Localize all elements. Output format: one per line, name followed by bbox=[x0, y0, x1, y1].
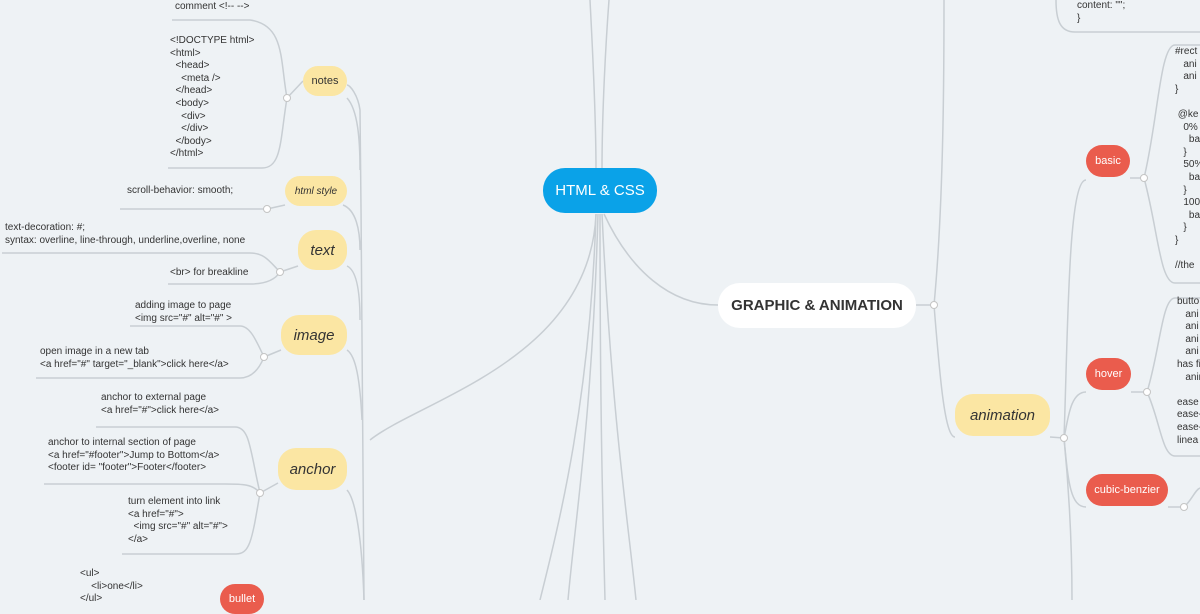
mindmap-canvas: HTML & CSS GRAPHIC & ANIMATION notes htm… bbox=[0, 0, 1200, 614]
connector-left-text bbox=[346, 265, 361, 321]
node-dot-notes[interactable] bbox=[283, 94, 291, 102]
note-breakline: <br> for breakline bbox=[170, 267, 249, 278]
node-dot-animation[interactable] bbox=[1060, 434, 1068, 442]
connector-anim-cubic bbox=[1063, 437, 1087, 508]
node-dot-cubic[interactable] bbox=[1180, 503, 1188, 511]
note-scroll-behavior: scroll-behavior: smooth; bbox=[127, 185, 234, 196]
node-dot-text[interactable] bbox=[276, 268, 284, 276]
graphic-animation-node[interactable]: GRAPHIC & ANIMATION bbox=[718, 283, 916, 328]
note-hover-button: butto ani ani ani ani has fi anim ease e… bbox=[1177, 296, 1200, 446]
node-dot-html-style[interactable] bbox=[263, 205, 271, 213]
connector-left-trunk bbox=[346, 84, 365, 600]
note-adding-image: adding image to page <img src="#" alt="#… bbox=[135, 300, 233, 324]
connector-main-up bbox=[933, 0, 945, 306]
note-comment: comment <!-- --> bbox=[175, 1, 250, 12]
topic-notes[interactable]: notes bbox=[303, 66, 347, 96]
note-doctype: <!DOCTYPE html> <html> <head> <meta /> <… bbox=[170, 35, 255, 160]
node-dot-hover[interactable] bbox=[1143, 388, 1151, 396]
connector-root-left-trunk bbox=[369, 213, 597, 441]
connector-left-notes bbox=[346, 97, 361, 171]
topic-text[interactable]: text bbox=[298, 230, 347, 270]
subtopic-hover[interactable]: hover bbox=[1086, 358, 1131, 390]
subtopic-basic[interactable]: basic bbox=[1086, 145, 1130, 177]
topic-animation[interactable]: animation bbox=[955, 394, 1050, 436]
node-dot-anchor[interactable] bbox=[256, 489, 264, 497]
connector-main-down bbox=[933, 304, 956, 438]
connector-root-down-3 bbox=[599, 213, 606, 600]
connector-root-up-1 bbox=[589, 0, 597, 171]
topic-html-style[interactable]: html style bbox=[285, 176, 347, 206]
note-content: content: ""; } bbox=[1077, 0, 1126, 24]
subtopic-cubic-benzier[interactable]: cubic-benzier bbox=[1086, 474, 1168, 506]
connector-animation-down bbox=[1063, 437, 1073, 600]
node-dot-graphic[interactable] bbox=[930, 301, 938, 309]
note-anchor-internal: anchor to internal section of page <a hr… bbox=[48, 437, 220, 474]
connector-left-anchor bbox=[346, 489, 365, 600]
node-dot-basic[interactable] bbox=[1140, 174, 1148, 182]
connector-root-up-2 bbox=[601, 0, 610, 171]
connector-root-down-4 bbox=[601, 213, 637, 600]
note-text-decoration: text-decoration: #; syntax: overline, li… bbox=[5, 222, 246, 246]
connector-root-right bbox=[603, 213, 719, 306]
topic-image[interactable]: image bbox=[281, 315, 347, 355]
connector-anim-hover bbox=[1063, 391, 1087, 439]
connector-left-image bbox=[346, 349, 363, 421]
note-bullet-list: <ul> <li>one</li> </ul> bbox=[80, 568, 143, 605]
note-basic-keyframes: #rect ani ani } @ke 0% ba } 50% ba } 100… bbox=[1175, 46, 1200, 272]
root-node[interactable]: HTML & CSS bbox=[543, 168, 657, 213]
node-dot-image[interactable] bbox=[260, 353, 268, 361]
topic-anchor[interactable]: anchor bbox=[278, 448, 347, 490]
connector-anchor-internal bbox=[44, 483, 261, 494]
note-anchor-external: anchor to external page <a href="#">clic… bbox=[101, 392, 220, 416]
note-open-image: open image in a new tab <a href="#" targ… bbox=[40, 346, 229, 370]
topic-bullet[interactable]: bullet bbox=[220, 584, 264, 614]
note-turn-into-link: turn element into link <a href="#"> <img… bbox=[128, 496, 228, 545]
